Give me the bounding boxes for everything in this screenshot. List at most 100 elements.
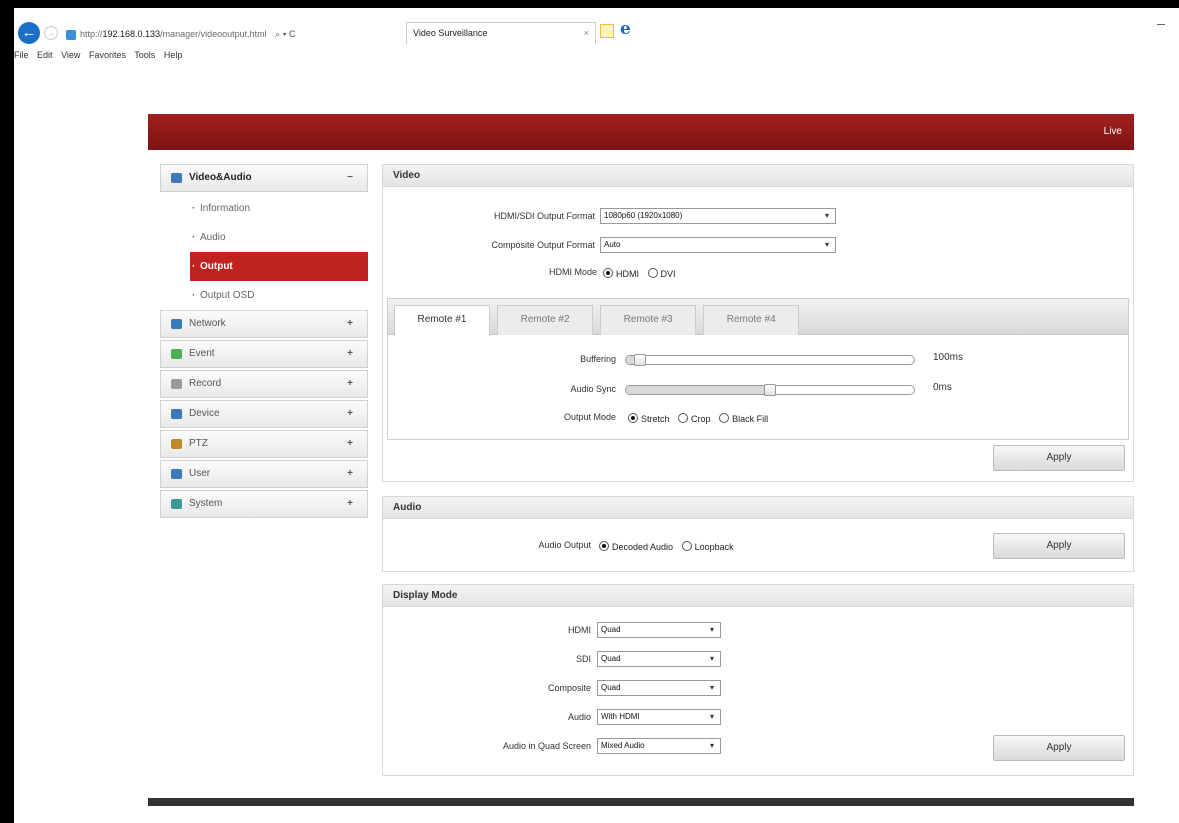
display-apply-button[interactable]: Apply <box>993 735 1125 761</box>
expand-icon[interactable]: + <box>347 461 353 487</box>
remote-tabs-panel: Remote #1 Remote #2 Remote #3 Remote #4 … <box>387 298 1129 440</box>
sidebar-group-video-audio[interactable]: Video&Audio − <box>160 164 368 192</box>
hdmi-mode-radio-group: HDMI DVI <box>603 268 682 279</box>
sidebar-group-label: Network <box>189 318 226 329</box>
new-tab-icon[interactable] <box>600 24 614 38</box>
display-sdi-value: Quad <box>601 654 621 663</box>
tab-remote-2[interactable]: Remote #2 <box>497 305 594 335</box>
page-icon <box>66 29 76 40</box>
sidebar-group-label: Record <box>189 378 222 389</box>
expand-icon[interactable]: + <box>347 371 353 397</box>
minimize-icon[interactable] <box>1157 24 1165 25</box>
audio-sync-label: Audio Sync <box>570 384 616 394</box>
system-icon <box>171 499 182 509</box>
sidebar-item-audio[interactable]: Audio <box>160 223 368 252</box>
composite-format-select[interactable]: Auto ▾ <box>600 237 836 253</box>
audio-sync-slider-fill <box>626 386 770 394</box>
display-audio-select[interactable]: With HDMI ▾ <box>597 709 721 725</box>
output-mode-option-black-fill[interactable]: Black Fill <box>719 413 768 424</box>
audio-apply-button[interactable]: Apply <box>993 533 1125 559</box>
sidebar-item-output-osd[interactable]: Output OSD <box>160 281 368 310</box>
expand-icon[interactable]: + <box>347 311 353 337</box>
sidebar-group-label: Device <box>189 408 220 419</box>
menu-favorites[interactable]: Favorites <box>89 50 126 60</box>
menu-file[interactable]: File <box>14 50 29 60</box>
tab-remote-3[interactable]: Remote #3 <box>600 305 697 335</box>
address-controls[interactable]: ⌕ ▾ C <box>275 29 295 39</box>
expand-icon[interactable]: + <box>347 491 353 517</box>
display-composite-value: Quad <box>601 683 621 692</box>
menu-edit[interactable]: Edit <box>37 50 53 60</box>
menu-tools[interactable]: Tools <box>134 50 155 60</box>
sidebar-group-network[interactable]: Network + <box>160 310 368 338</box>
hdmi-sdi-format-select[interactable]: 1080p60 (1920x1080) ▾ <box>600 208 836 224</box>
live-link[interactable]: Live <box>1104 126 1122 137</box>
display-quad-audio-label: Audio in Quad Screen <box>502 741 591 751</box>
display-composite-select[interactable]: Quad ▾ <box>597 680 721 696</box>
radio-icon <box>678 413 689 423</box>
sidebar-group-event[interactable]: Event + <box>160 340 368 368</box>
sidebar-group-user[interactable]: User + <box>160 460 368 488</box>
sidebar-group-record[interactable]: Record + <box>160 370 368 398</box>
option-label: Crop <box>691 414 711 424</box>
expand-icon[interactable]: + <box>347 401 353 427</box>
composite-format-value: Auto <box>604 240 621 249</box>
sidebar-group-system[interactable]: System + <box>160 490 368 518</box>
close-tab-icon[interactable]: × <box>584 23 589 43</box>
sidebar-group-device[interactable]: Device + <box>160 400 368 428</box>
display-sdi-label: SDI <box>575 654 591 664</box>
chevron-down-icon: ▾ <box>824 211 829 220</box>
url-path: /manager/videooutput.html <box>160 29 267 39</box>
browser-chrome: ← → http://192.168.0.133/manager/videoou… <box>14 8 1179 92</box>
user-icon <box>171 469 182 479</box>
menu-view[interactable]: View <box>61 50 80 60</box>
display-quad-audio-value: Mixed Audio <box>601 741 645 750</box>
audio-output-label: Audio Output <box>538 540 591 550</box>
composite-format-label: Composite Output Format <box>491 240 595 250</box>
tab-remote-4[interactable]: Remote #4 <box>703 305 800 335</box>
buffering-slider-handle[interactable] <box>634 354 646 366</box>
tab-remote-1[interactable]: Remote #1 <box>394 305 490 336</box>
audio-output-option-loopback[interactable]: Loopback <box>681 541 734 552</box>
sidebar-group-label: Video&Audio <box>189 172 252 183</box>
expand-icon[interactable]: + <box>347 431 353 457</box>
sidebar-group-label: System <box>189 498 223 509</box>
audio-sync-slider-handle[interactable] <box>764 384 776 396</box>
hdmi-sdi-format-label: HDMI/SDI Output Format <box>493 211 595 221</box>
output-mode-option-crop[interactable]: Crop <box>678 413 711 424</box>
browser-tab[interactable]: Video Surveillance × <box>406 22 596 44</box>
audio-output-option-decoded[interactable]: Decoded Audio <box>599 541 673 552</box>
hdmi-mode-label: HDMI Mode <box>548 267 597 277</box>
chevron-down-icon: ▾ <box>709 654 714 663</box>
back-icon[interactable]: ← <box>18 22 40 44</box>
buffering-label: Buffering <box>580 354 616 364</box>
sidebar-group-label: Event <box>189 348 215 359</box>
collapse-icon[interactable]: − <box>347 165 353 191</box>
display-quad-audio-select[interactable]: Mixed Audio ▾ <box>597 738 721 754</box>
output-mode-label: Output Mode <box>563 412 616 422</box>
address-bar[interactable]: http://192.168.0.133/manager/videooutput… <box>66 25 396 43</box>
menu-help[interactable]: Help <box>164 50 183 60</box>
sidebar-group-ptz[interactable]: PTZ + <box>160 430 368 458</box>
option-label: HDMI <box>616 269 639 279</box>
forward-icon[interactable]: → <box>44 26 58 40</box>
audio-sync-slider[interactable] <box>625 384 915 396</box>
hdmi-mode-option-hdmi[interactable]: HDMI <box>603 268 639 279</box>
radio-selected-icon <box>603 268 613 278</box>
sidebar-item-output[interactable]: Output <box>190 252 368 281</box>
display-sdi-select[interactable]: Quad ▾ <box>597 651 721 667</box>
video-apply-button[interactable]: Apply <box>993 445 1125 471</box>
option-label: DVI <box>660 269 676 279</box>
expand-icon[interactable]: + <box>347 341 353 367</box>
display-hdmi-select[interactable]: Quad ▾ <box>597 622 721 638</box>
chevron-down-icon: ▾ <box>709 741 714 750</box>
output-mode-option-stretch[interactable]: Stretch <box>628 413 670 424</box>
display-audio-value: With HDMI <box>601 712 640 721</box>
browser-tab-title: Video Surveillance <box>413 28 488 38</box>
hdmi-mode-option-dvi[interactable]: DVI <box>647 268 676 279</box>
buffering-value: 100ms <box>933 352 964 363</box>
buffering-slider[interactable] <box>625 354 915 366</box>
sidebar-item-information[interactable]: Information <box>160 194 368 223</box>
chevron-down-icon: ▾ <box>709 625 714 634</box>
display-hdmi-value: Quad <box>601 625 621 634</box>
